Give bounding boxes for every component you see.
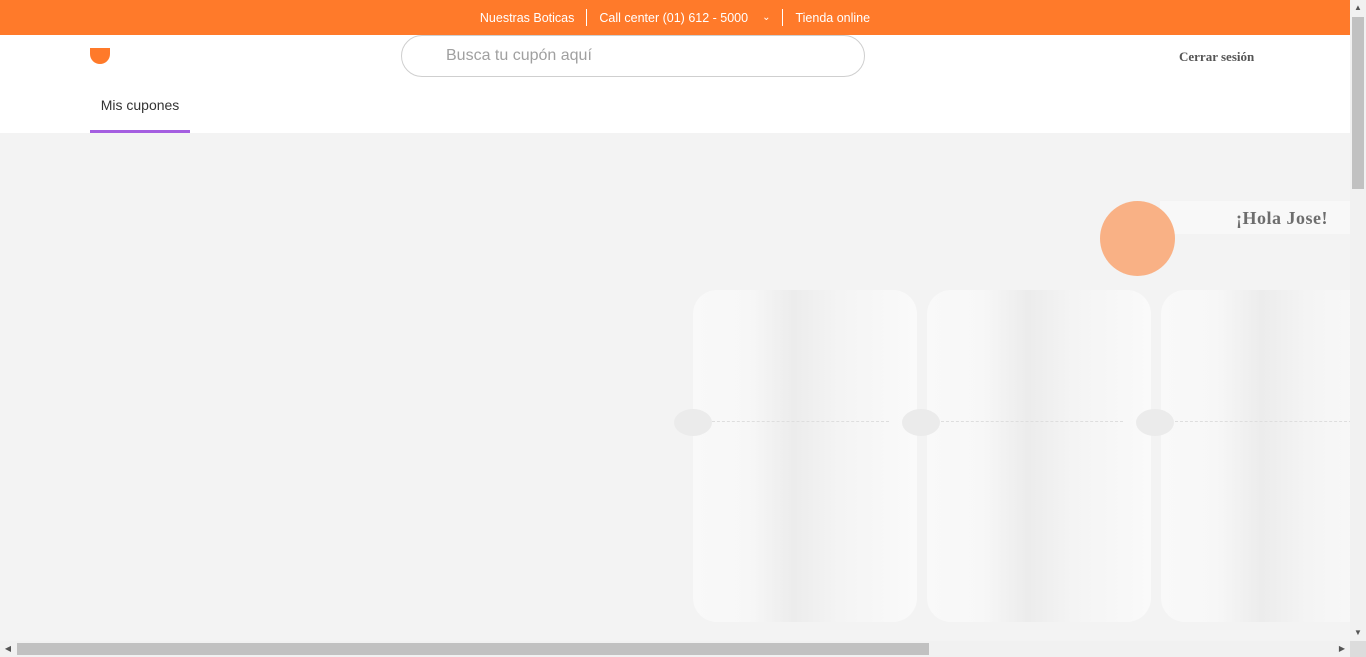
header: Cerrar sesión Mis cupones: [0, 35, 1350, 133]
vertical-scrollbar[interactable]: ▲ ▼: [1350, 0, 1366, 641]
scrollbar-corner: [1350, 641, 1366, 657]
coupon-divider: [941, 421, 1123, 422]
search-input[interactable]: [401, 35, 865, 77]
online-store-link[interactable]: Tienda online: [783, 11, 882, 25]
greeting: ¡Hola Jose!: [1160, 201, 1350, 234]
scroll-right-icon[interactable]: ▶: [1334, 641, 1350, 657]
tab-mis-cupones[interactable]: Mis cupones: [90, 95, 190, 133]
coupon-notch: [902, 409, 940, 436]
coupon-divider: [707, 421, 889, 422]
stores-link[interactable]: Nuestras Boticas: [468, 11, 586, 25]
horizontal-scrollbar[interactable]: ◀ ▶: [0, 641, 1350, 657]
vertical-scroll-thumb[interactable]: [1352, 17, 1364, 189]
call-center-dropdown[interactable]: Call center (01) 612 - 5000 ⌄: [587, 11, 782, 25]
avatar[interactable]: [1100, 201, 1175, 276]
horizontal-scroll-thumb[interactable]: [17, 643, 929, 655]
stores-link-label: Nuestras Boticas: [479, 10, 575, 25]
scroll-left-icon[interactable]: ◀: [0, 641, 16, 657]
coupon-card-placeholder[interactable]: [693, 290, 917, 622]
scroll-down-icon[interactable]: ▼: [1350, 625, 1366, 641]
coupon-notch: [674, 409, 712, 436]
top-bar: Nuestras Boticas Call center (01) 612 - …: [0, 0, 1350, 35]
brand-logo[interactable]: [90, 48, 110, 64]
online-store-label: Tienda online: [795, 10, 871, 25]
coupon-divider: [1175, 421, 1357, 422]
coupon-card-placeholder[interactable]: [927, 290, 1151, 622]
coupon-card-placeholder[interactable]: [1161, 290, 1366, 622]
logout-button[interactable]: Cerrar sesión: [1179, 49, 1254, 65]
tab-label: Mis cupones: [100, 97, 180, 113]
chevron-down-icon: ⌄: [762, 12, 771, 23]
scroll-up-icon[interactable]: ▲: [1350, 0, 1366, 16]
call-center-label: Call center (01) 612 - 5000: [599, 10, 749, 25]
coupon-notch: [1136, 409, 1174, 436]
